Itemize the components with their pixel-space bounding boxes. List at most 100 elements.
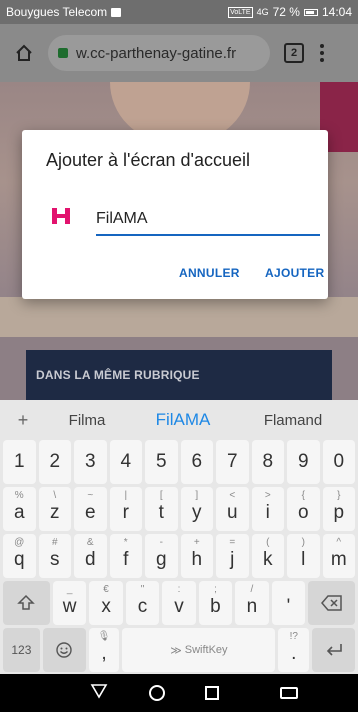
key[interactable]: ) l — [287, 534, 320, 578]
key[interactable]: 9 — [287, 440, 320, 484]
key[interactable]: / n — [235, 581, 269, 625]
key[interactable]: = j — [216, 534, 249, 578]
key[interactable]: # s — [38, 534, 71, 578]
key-label: e — [84, 502, 96, 523]
browser-toolbar: w.cc-parthenay-gatine.fr 2 — [0, 24, 358, 82]
key-alt: | — [124, 490, 128, 501]
app-icon — [52, 208, 70, 224]
key[interactable]: 5 — [145, 440, 178, 484]
key[interactable]: ' — [271, 581, 306, 625]
key-alt: \ — [53, 490, 57, 501]
cancel-button[interactable]: ANNULER — [179, 266, 240, 280]
emoji-icon — [56, 642, 72, 658]
period-key[interactable]: !? . — [278, 628, 310, 672]
suggestion-3[interactable]: Flamand — [238, 412, 348, 429]
lock-icon — [58, 48, 68, 58]
key-label: ' — [286, 596, 291, 617]
key[interactable]: < u — [216, 487, 249, 531]
key-alt: € — [103, 584, 109, 595]
backspace-key[interactable] — [308, 581, 355, 625]
key[interactable]: 1 — [3, 440, 36, 484]
key-label: v — [174, 596, 184, 617]
key[interactable]: _ w — [52, 581, 87, 625]
overflow-menu-icon[interactable] — [320, 44, 324, 62]
key-label: , — [101, 643, 107, 664]
carrier-group: Bouygues Telecom — [6, 5, 122, 19]
key[interactable]: [t — [145, 487, 178, 531]
key[interactable]: {o — [287, 487, 320, 531]
key[interactable]: -g — [145, 534, 178, 578]
key-alt: ; — [214, 584, 217, 595]
key[interactable]: 0 — [322, 440, 355, 484]
key-label: j — [230, 549, 235, 570]
key[interactable]: :v — [162, 581, 196, 625]
key-label: o — [297, 502, 309, 523]
url-bar[interactable]: w.cc-parthenay-gatine.fr — [48, 35, 270, 71]
home-circle-icon[interactable] — [148, 685, 165, 701]
emoji-key[interactable] — [42, 628, 86, 672]
key-alt: ~ — [87, 490, 94, 501]
key[interactable]: | r — [109, 487, 142, 531]
section-heading: DANS LA MÊME RUBRIQUE — [26, 350, 332, 400]
comma-key[interactable]: 🎙 , — [88, 628, 120, 672]
key[interactable]: + h — [180, 534, 213, 578]
plus-icon[interactable]: + — [0, 410, 46, 431]
key[interactable]: \ z — [38, 487, 71, 531]
suggestion-2[interactable]: FilAMA — [128, 410, 238, 430]
home-icon[interactable] — [10, 39, 38, 67]
battery-icon — [303, 8, 318, 16]
key[interactable]: ; b — [198, 581, 233, 625]
key-label: f — [123, 549, 129, 570]
key[interactable]: (k — [251, 534, 284, 578]
key[interactable]: 2 — [38, 440, 71, 484]
key-alt: < — [229, 490, 236, 501]
key[interactable]: } p — [322, 487, 355, 531]
key-alt: - — [159, 537, 163, 548]
space-key[interactable]: ≫ SwiftKey — [122, 628, 276, 672]
carrier-name: Bouygues Telecom — [6, 5, 108, 19]
key[interactable]: " c — [125, 581, 160, 625]
key[interactable]: > i — [251, 487, 284, 531]
key[interactable]: 6 — [180, 440, 213, 484]
key[interactable]: * f — [109, 534, 142, 578]
key[interactable]: ~ e — [74, 487, 107, 531]
key-alt: } — [337, 490, 341, 501]
key-alt: " — [140, 584, 145, 595]
key[interactable]: % a — [3, 487, 36, 531]
enter-key[interactable] — [312, 628, 356, 672]
key[interactable]: & d — [74, 534, 107, 578]
key-alt: % — [14, 490, 24, 501]
key-label: z — [50, 502, 60, 523]
key[interactable]: 4 — [109, 440, 142, 484]
key[interactable]: @ q — [3, 534, 36, 578]
tab-switcher-button[interactable]: 2 — [284, 43, 304, 63]
add-button[interactable]: AJOUTER — [265, 266, 324, 280]
gallery-notification-icon — [111, 7, 122, 17]
key[interactable]: 8 — [251, 440, 284, 484]
recents-icon[interactable] — [205, 686, 220, 700]
add-to-homescreen-dialog: Ajouter à l'écran d'accueil ANNULER AJOU… — [22, 130, 328, 299]
key[interactable]: ] y — [180, 487, 213, 531]
key-label: u — [226, 502, 238, 523]
key-alt: + — [193, 537, 200, 548]
key-label: . — [291, 643, 297, 664]
key-alt: # — [51, 537, 58, 548]
key-label: k — [263, 549, 273, 570]
key-label: m — [330, 549, 347, 570]
app-name-input[interactable] — [96, 206, 320, 232]
back-icon[interactable] — [90, 683, 108, 704]
illustration-arm — [0, 297, 358, 337]
suggestion-1[interactable]: Filma — [46, 412, 128, 429]
key-label: q — [13, 549, 25, 570]
navigation-bar — [0, 674, 358, 712]
keyboard-switch-icon[interactable] — [279, 687, 298, 699]
key-label: t — [158, 502, 164, 523]
shift-key[interactable] — [3, 581, 50, 625]
numbers-key[interactable]: 123 — [3, 628, 40, 672]
swiftkey-logo-icon: ≫ — [170, 644, 182, 657]
key[interactable]: 7 — [216, 440, 249, 484]
key[interactable]: 3 — [74, 440, 107, 484]
key[interactable]: ^ m — [322, 534, 355, 578]
app-name-field[interactable] — [96, 206, 320, 236]
key[interactable]: € x — [89, 581, 123, 625]
